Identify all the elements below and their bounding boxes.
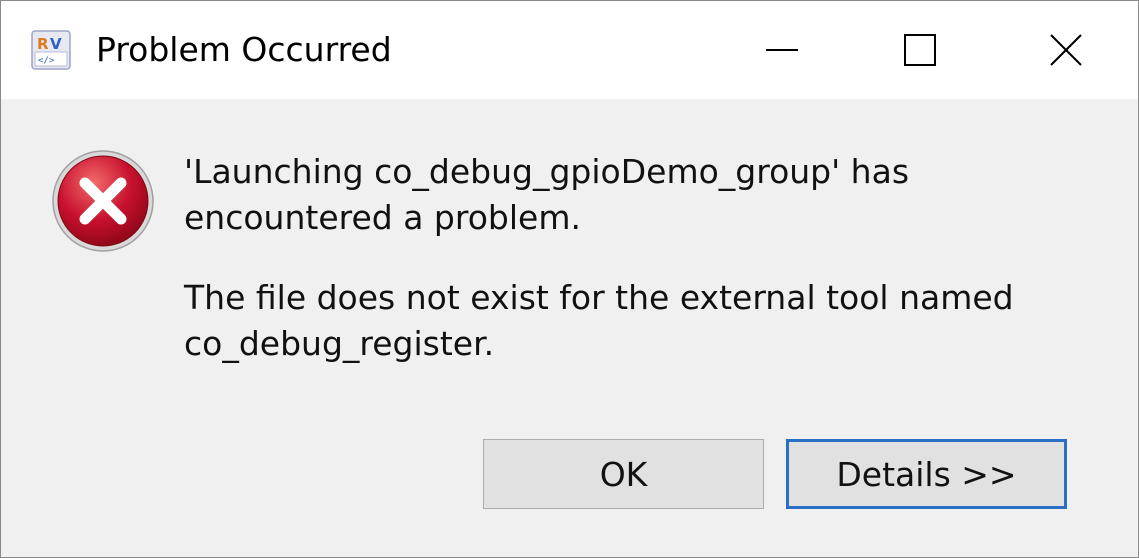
minimize-button[interactable]	[709, 1, 855, 99]
error-message-line-1: 'Launching co_debug_gpioDemo_group' has	[184, 152, 910, 191]
error-message: 'Launching co_debug_gpioDemo_group' has …	[184, 149, 909, 241]
error-icon	[52, 150, 154, 252]
error-message-line-2: encountered a problem.	[184, 198, 581, 237]
problem-dialog-window: R V </> Problem Occurred 'Launching co_d…	[0, 0, 1139, 558]
error-detail-line-1: The file does not exist for the external…	[184, 278, 1014, 317]
maximize-icon	[904, 34, 936, 66]
close-button[interactable]	[993, 1, 1139, 99]
rv-app-icon: R V </>	[31, 30, 71, 70]
maximize-button[interactable]	[847, 1, 993, 99]
details-button[interactable]: Details >>	[786, 439, 1067, 509]
ok-button[interactable]: OK	[483, 439, 764, 509]
svg-text:R: R	[37, 35, 49, 53]
close-icon	[1050, 34, 1082, 66]
error-detail-line-2: co_debug_register.	[184, 324, 495, 363]
svg-text:V: V	[50, 35, 62, 53]
error-detail: The file does not exist for the external…	[184, 275, 1014, 367]
minimize-icon	[766, 49, 798, 51]
svg-text:</>: </>	[38, 56, 55, 66]
title-bar[interactable]: R V </> Problem Occurred	[1, 1, 1138, 99]
window-title: Problem Occurred	[96, 30, 392, 69]
